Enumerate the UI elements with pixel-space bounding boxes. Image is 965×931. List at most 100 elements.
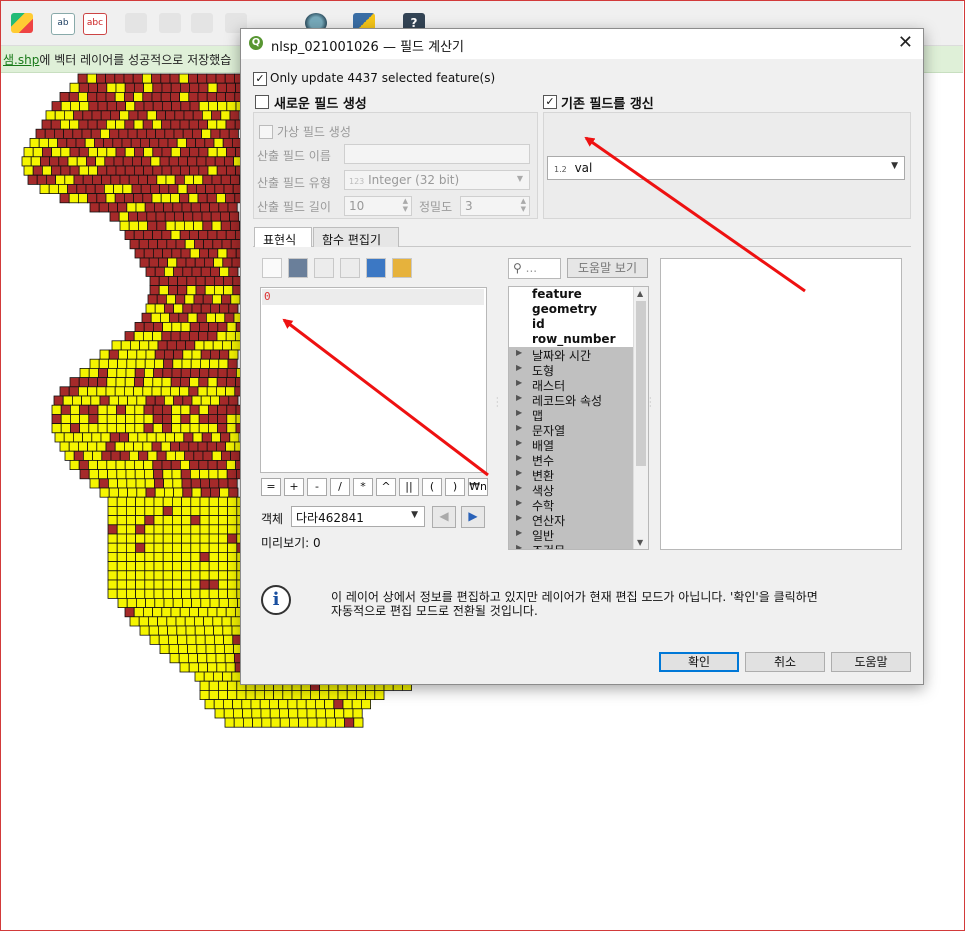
grid-cell[interactable]	[139, 340, 150, 351]
delete-icon[interactable]	[340, 258, 360, 278]
grid-cell[interactable]	[116, 552, 127, 563]
grid-cell-selected[interactable]	[143, 165, 154, 176]
grid-cell-selected[interactable]	[143, 321, 154, 332]
grid-cell-selected[interactable]	[105, 441, 116, 452]
grid-cell[interactable]	[177, 644, 188, 655]
grid-cell[interactable]	[203, 340, 214, 351]
grid-cell[interactable]	[115, 377, 126, 388]
grid-cell[interactable]	[183, 174, 194, 185]
grid-cell-selected[interactable]	[205, 156, 216, 167]
next-feature-button[interactable]: ▶	[461, 506, 485, 528]
grid-cell[interactable]	[190, 358, 201, 369]
grid-cell[interactable]	[178, 653, 189, 664]
grid-cell[interactable]	[181, 598, 192, 609]
grid-cell-selected[interactable]	[134, 367, 145, 378]
grid-cell-selected[interactable]	[156, 450, 167, 461]
operator-multiply-button[interactable]: *	[353, 478, 373, 496]
grid-cell-selected[interactable]	[157, 257, 168, 268]
grid-cell[interactable]	[139, 625, 150, 636]
grid-cell-selected[interactable]	[98, 478, 109, 489]
grid-cell-selected[interactable]	[68, 92, 79, 103]
grid-cell-selected[interactable]	[202, 294, 213, 305]
grid-cell[interactable]	[199, 561, 210, 572]
grid-cell-selected[interactable]	[135, 542, 146, 553]
grid-cell[interactable]	[126, 358, 137, 369]
grid-cell-selected[interactable]	[75, 137, 86, 148]
grid-cell-selected[interactable]	[97, 165, 108, 176]
grid-cell[interactable]	[207, 119, 218, 130]
expand-arrow-icon[interactable]: ▶	[516, 498, 522, 507]
grid-cell[interactable]	[108, 487, 119, 498]
grid-cell-selected[interactable]	[225, 193, 236, 204]
grid-cell[interactable]	[122, 183, 133, 194]
grid-cell[interactable]	[69, 119, 80, 130]
grid-cell[interactable]	[203, 625, 214, 636]
grid-cell-selected[interactable]	[159, 183, 170, 194]
grid-cell-selected[interactable]	[175, 340, 186, 351]
grid-cell-selected[interactable]	[219, 303, 230, 314]
grid-cell-selected[interactable]	[172, 202, 183, 213]
grid-cell-selected[interactable]	[145, 128, 156, 139]
grid-cell-selected[interactable]	[210, 128, 221, 139]
grid-cell-selected[interactable]	[187, 73, 198, 84]
grid-cell-selected[interactable]	[152, 147, 163, 158]
grid-cell[interactable]	[161, 377, 172, 388]
grid-cell-selected[interactable]	[206, 193, 217, 204]
grid-cell[interactable]	[209, 358, 220, 369]
grid-cell-selected[interactable]	[130, 137, 141, 148]
output-type-select[interactable]: 123 Integer (32 bit) ▼	[344, 170, 530, 190]
grid-cell-selected[interactable]	[171, 367, 182, 378]
grid-cell[interactable]	[144, 524, 155, 535]
grid-cell[interactable]	[171, 496, 182, 507]
grid-cell[interactable]	[119, 110, 130, 121]
grid-cell-selected[interactable]	[179, 331, 190, 342]
grid-cell[interactable]	[124, 459, 135, 470]
grid-cell[interactable]	[173, 303, 184, 314]
grid-cell-selected[interactable]	[187, 156, 198, 167]
grid-cell[interactable]	[184, 239, 195, 250]
grid-cell[interactable]	[63, 432, 74, 443]
grid-cell-selected[interactable]	[149, 285, 160, 296]
grid-cell[interactable]	[181, 496, 192, 507]
grid-cell[interactable]	[127, 395, 138, 406]
grid-cell-selected[interactable]	[78, 459, 89, 470]
grid-cell[interactable]	[108, 478, 119, 489]
function-search-input[interactable]: ⚲ ...	[508, 258, 561, 279]
grid-cell-selected[interactable]	[59, 92, 70, 103]
grid-cell[interactable]	[334, 708, 345, 719]
grid-cell-selected[interactable]	[200, 303, 211, 314]
grid-cell[interactable]	[198, 101, 209, 112]
grid-cell-selected[interactable]	[151, 441, 162, 452]
grid-cell[interactable]	[179, 459, 190, 470]
grid-cell[interactable]	[115, 119, 126, 130]
grid-cell-selected[interactable]	[108, 349, 119, 360]
grid-cell[interactable]	[190, 570, 201, 581]
grid-cell[interactable]	[360, 699, 371, 710]
label-edit-icon[interactable]: abc	[83, 13, 107, 35]
grid-cell[interactable]	[213, 625, 224, 636]
grid-cell-selected[interactable]	[214, 156, 225, 167]
grid-cell-selected[interactable]	[189, 165, 200, 176]
grid-cell[interactable]	[195, 634, 206, 645]
grid-cell-selected[interactable]	[207, 404, 218, 415]
grid-cell-selected[interactable]	[142, 193, 153, 204]
grid-cell[interactable]	[305, 699, 316, 710]
grid-cell[interactable]	[217, 542, 228, 553]
grid-cell-selected[interactable]	[161, 229, 172, 240]
tree-group-map[interactable]: ▶ 맵	[509, 407, 633, 423]
grid-cell[interactable]	[181, 579, 192, 590]
grid-cell-selected[interactable]	[171, 248, 182, 259]
tree-item-row-number[interactable]: row_number	[509, 332, 633, 347]
expand-arrow-icon[interactable]: ▶	[516, 393, 522, 402]
grid-cell-selected[interactable]	[94, 183, 105, 194]
grid-cell[interactable]	[143, 367, 154, 378]
grid-cell[interactable]	[226, 101, 237, 112]
grid-cell-selected[interactable]	[168, 156, 179, 167]
grid-cell-selected[interactable]	[208, 367, 219, 378]
grid-cell-selected[interactable]	[175, 294, 186, 305]
grid-cell-selected[interactable]	[169, 441, 180, 452]
grid-cell[interactable]	[226, 321, 237, 332]
grid-cell[interactable]	[166, 616, 177, 627]
grid-cell-selected[interactable]	[167, 275, 178, 286]
grid-cell-selected[interactable]	[143, 248, 154, 259]
